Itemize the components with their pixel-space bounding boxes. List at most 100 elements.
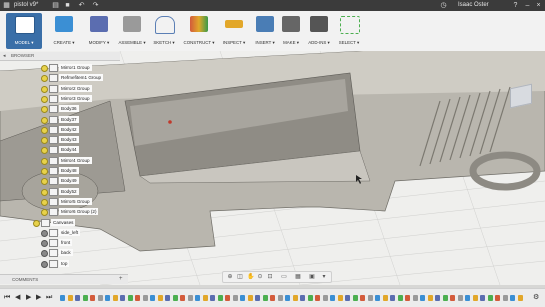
select-menu-button[interactable]: SELECT ▾ — [336, 13, 362, 49]
timeline-feature-icon[interactable] — [172, 295, 178, 301]
add-comment-icon[interactable]: + — [119, 275, 123, 284]
visibility-bulb-icon[interactable] — [41, 116, 48, 124]
pan-icon[interactable]: ✋ — [247, 274, 254, 280]
browser-panel-header[interactable]: ◂ BROWSER — [0, 52, 120, 61]
viewports-icon[interactable]: ▣ — [309, 274, 315, 280]
construct-menu-button[interactable]: CONSTRUCT ▾ — [182, 13, 216, 49]
visibility-bulb-icon[interactable] — [41, 250, 48, 258]
browser-item[interactable]: Canvases — [30, 218, 120, 227]
timeline-feature-icon[interactable] — [300, 295, 305, 301]
visibility-bulb-icon[interactable] — [41, 260, 48, 268]
timeline-back-icon[interactable]: ◀ — [15, 294, 20, 302]
environment-icon[interactable]: ▾ — [321, 274, 327, 280]
timeline-feature-icon[interactable] — [345, 295, 350, 301]
timeline-feature-icon[interactable] — [405, 295, 410, 301]
timeline-feature-icon[interactable] — [330, 295, 335, 301]
timeline-feature-icon[interactable] — [450, 295, 455, 301]
timeline-feature-icon[interactable] — [472, 295, 478, 301]
timeline-feature-icon[interactable] — [60, 295, 65, 301]
timeline-forward-icon[interactable]: ▶ — [36, 294, 41, 302]
timeline-feature-icon[interactable] — [112, 295, 118, 301]
orbit-icon[interactable]: ⊕ — [227, 274, 233, 280]
timeline-feature-icon[interactable] — [277, 295, 283, 301]
visibility-bulb-icon[interactable] — [41, 95, 48, 103]
timeline-feature-icon[interactable] — [427, 295, 433, 301]
modify-menu-button[interactable]: MODIFY ▾ — [85, 13, 113, 49]
timeline-feature-icon[interactable] — [412, 295, 418, 301]
timeline-feature-icon[interactable] — [217, 295, 223, 301]
clock-icon[interactable]: ◷ — [440, 2, 447, 9]
timeline-play-icon[interactable]: ▶ — [26, 294, 31, 302]
visibility-bulb-icon[interactable] — [41, 106, 48, 114]
timeline-feature-icon[interactable] — [232, 295, 238, 301]
visibility-bulb-icon[interactable] — [41, 240, 48, 248]
timeline-feature-icon[interactable] — [457, 295, 463, 301]
timeline-feature-icon[interactable] — [360, 295, 365, 301]
timeline-feature-icon[interactable] — [247, 295, 253, 301]
visibility-bulb-icon[interactable] — [41, 198, 48, 206]
browser-item[interactable]: top — [38, 259, 128, 268]
timeline-feature-icon[interactable] — [195, 295, 200, 301]
timeline-feature-icon[interactable] — [337, 295, 343, 301]
zoom-icon[interactable]: ⊙ — [257, 274, 263, 280]
timeline-feature-icon[interactable] — [285, 295, 290, 301]
timeline-feature-icon[interactable] — [225, 295, 230, 301]
browser-item[interactable]: Body48 — [38, 166, 128, 175]
browser-item[interactable]: Body49 — [38, 176, 128, 186]
visibility-bulb-icon[interactable] — [41, 178, 48, 186]
file-menu-icon[interactable]: ▤ — [52, 2, 59, 9]
undo-icon[interactable]: ↶ — [78, 2, 85, 9]
comments-panel[interactable]: COMMENTS + — [0, 274, 128, 284]
timeline-feature-icon[interactable] — [480, 295, 485, 301]
timeline-feature-icon[interactable] — [465, 295, 470, 301]
help-icon[interactable]: ? — [512, 2, 519, 9]
timeline-feature-icon[interactable] — [352, 295, 358, 301]
save-icon[interactable]: ■ — [64, 2, 71, 9]
visibility-bulb-icon[interactable] — [41, 157, 48, 165]
timeline-feature-icon[interactable] — [202, 295, 208, 301]
visibility-bulb-icon[interactable] — [41, 137, 48, 145]
add-ins-menu-button[interactable]: ADD-INS ▾ — [305, 13, 333, 49]
display-settings-icon[interactable]: ▭ — [281, 274, 287, 280]
visibility-bulb-icon[interactable] — [41, 188, 48, 196]
timeline-feature-icon[interactable] — [390, 295, 395, 301]
timeline-feature-icon[interactable] — [435, 295, 440, 301]
timeline-feature-icon[interactable] — [90, 295, 95, 301]
browser-item[interactable]: Body36 — [38, 104, 128, 114]
timeline-feature-icon[interactable] — [157, 295, 163, 301]
visibility-bulb-icon[interactable] — [41, 168, 48, 175]
browser-item[interactable]: Body52 — [38, 187, 128, 196]
timeline-feature-icon[interactable] — [67, 295, 73, 301]
timeline-feature-icon[interactable] — [442, 295, 448, 301]
visibility-bulb-icon[interactable] — [41, 147, 48, 155]
collapse-arrow-icon[interactable]: ◂ — [3, 52, 6, 60]
timeline-feature-icon[interactable] — [105, 295, 110, 301]
app-menu-icon[interactable]: ▦ — [3, 2, 10, 9]
visibility-bulb-icon[interactable] — [41, 209, 48, 217]
browser-item[interactable]: Refmefitem1 Group — [38, 73, 128, 83]
timeline-feature-icon[interactable] — [382, 295, 388, 301]
timeline-feature-icon[interactable] — [487, 295, 493, 301]
redo-icon[interactable]: ↷ — [92, 2, 99, 9]
timeline-feature-icon[interactable] — [180, 295, 185, 301]
browser-item[interactable]: back — [38, 248, 128, 258]
browser-item[interactable]: side_left — [38, 228, 128, 237]
browser-item[interactable]: Body37 — [38, 115, 128, 124]
timeline-feature-icon[interactable] — [97, 295, 103, 301]
timeline-settings-icon[interactable]: ⚙ — [533, 294, 539, 302]
visibility-bulb-icon[interactable] — [41, 126, 48, 134]
timeline-feature-icon[interactable] — [82, 295, 88, 301]
timeline-feature-icon[interactable] — [142, 295, 148, 301]
timeline-feature-icon[interactable] — [292, 295, 298, 301]
browser-item[interactable]: Body43 — [38, 135, 128, 145]
browser-item[interactable]: Mirror5 Group — [38, 197, 128, 206]
timeline-feature-icon[interactable] — [510, 295, 515, 301]
browser-item[interactable]: Body42 — [38, 125, 128, 134]
timeline-feature-icon[interactable] — [375, 295, 380, 301]
timeline-feature-icon[interactable] — [255, 295, 260, 301]
model-workspace-button[interactable]: MODEL ▾ — [6, 13, 42, 49]
inspect-menu-button[interactable]: INSPECT ▾ — [220, 13, 248, 49]
visibility-bulb-icon[interactable] — [41, 75, 48, 83]
timeline-feature-icon[interactable] — [150, 295, 155, 301]
timeline-feature-icon[interactable] — [240, 295, 245, 301]
